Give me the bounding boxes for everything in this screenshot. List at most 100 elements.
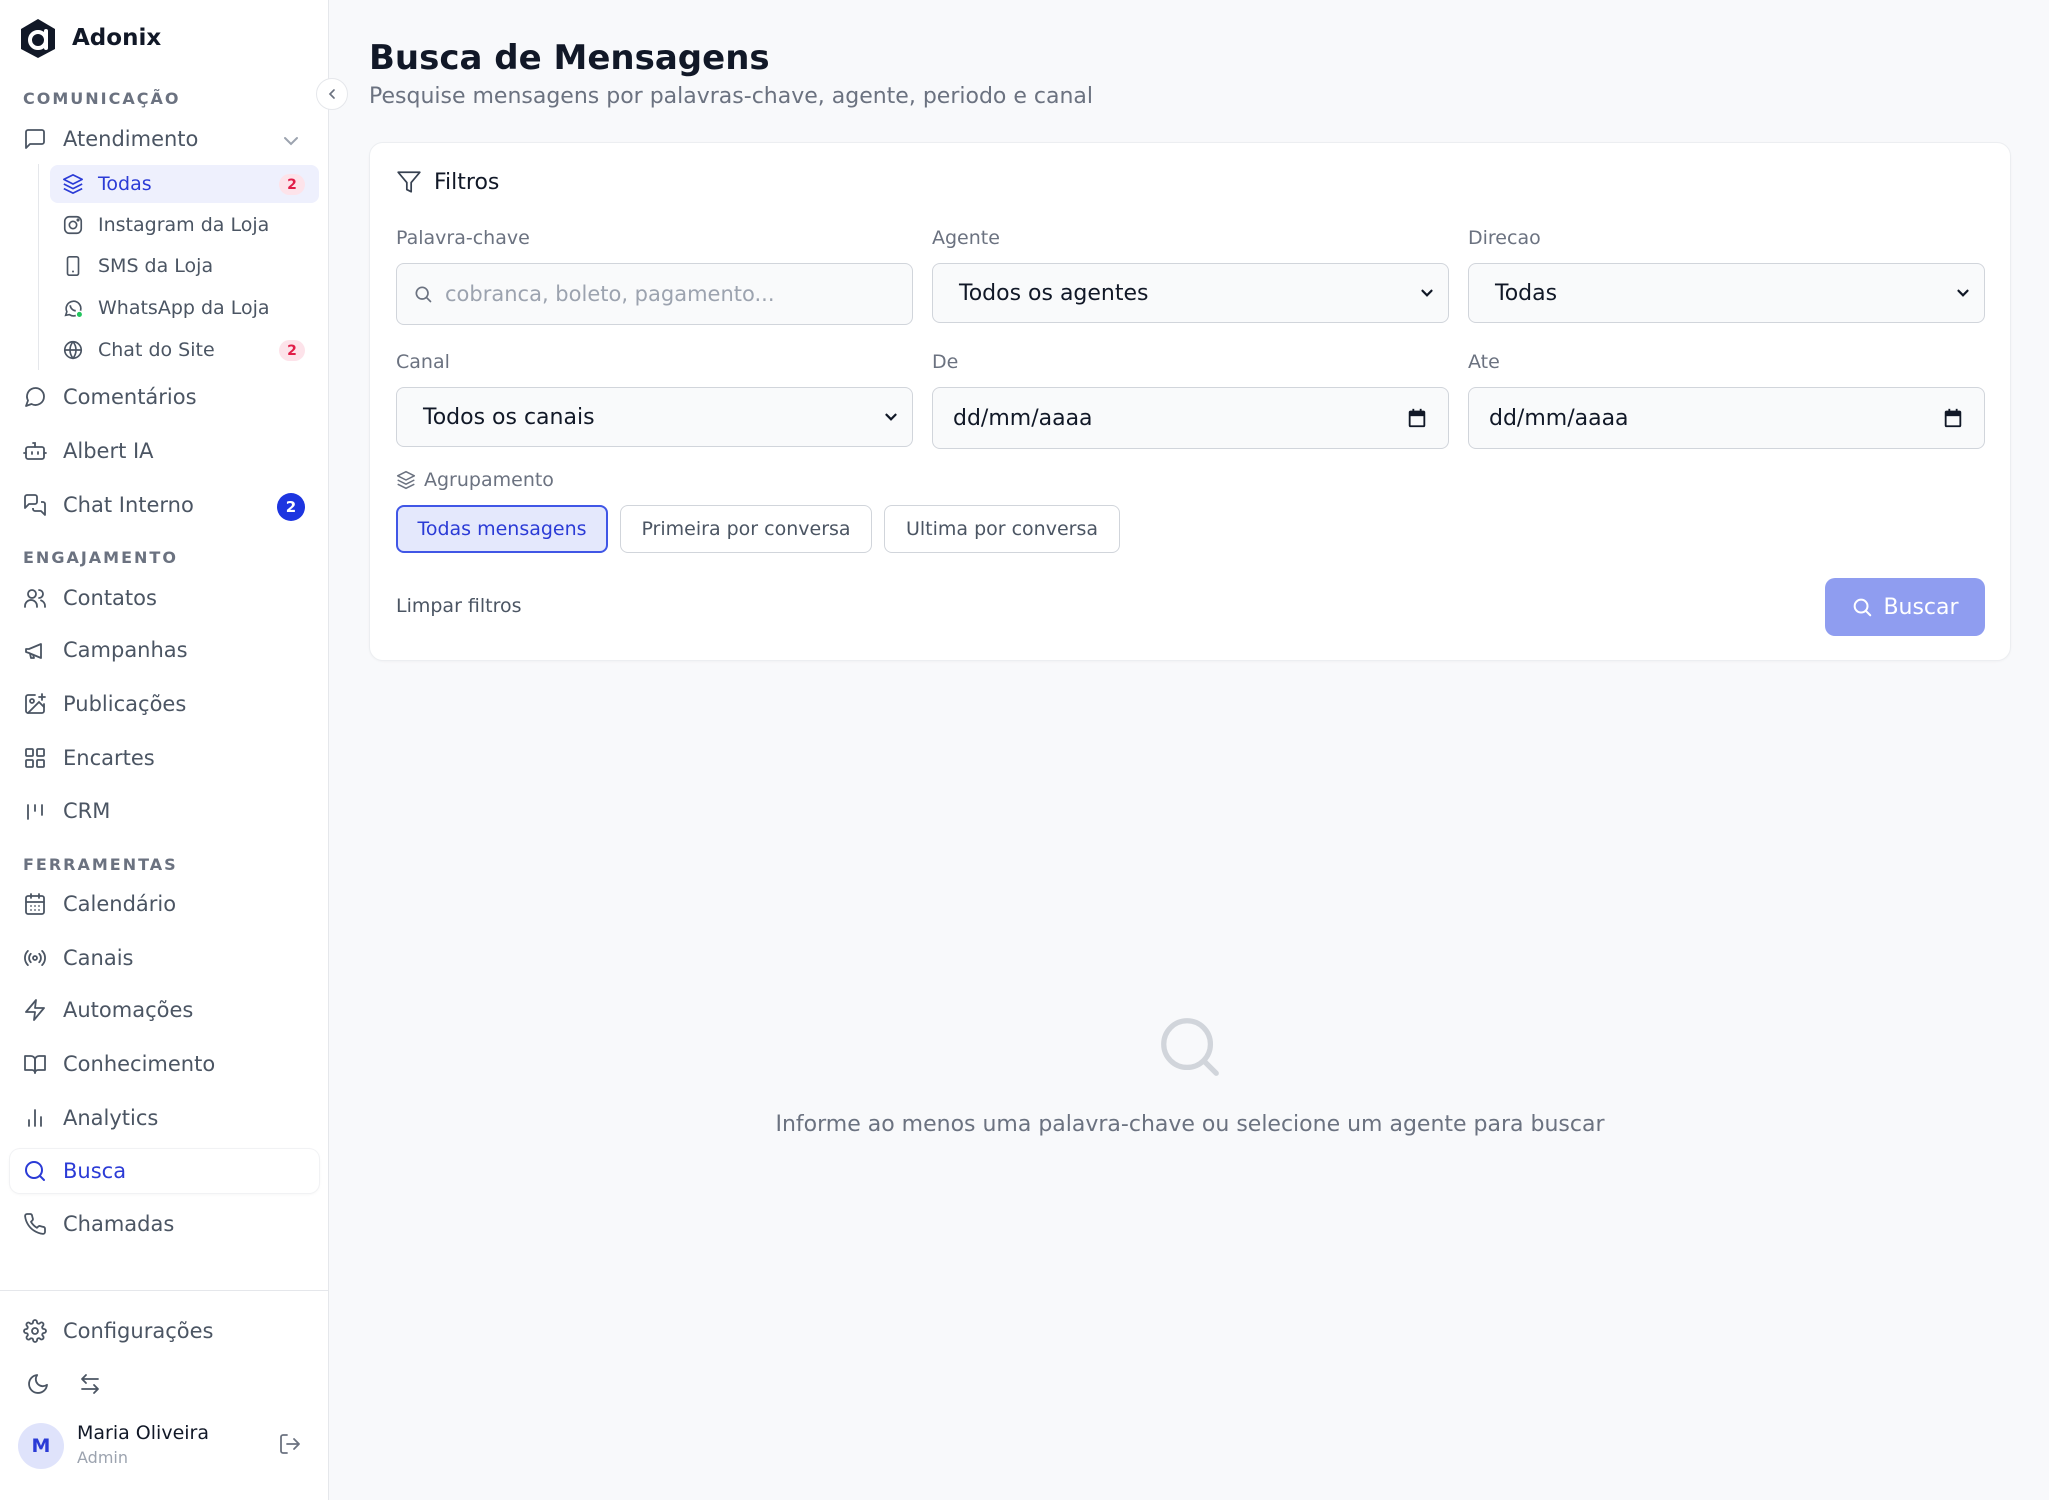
sidebar-item-configuracoes[interactable]: Configurações: [10, 1309, 319, 1353]
date-to-input[interactable]: dd/mm/aaaa: [1468, 387, 1985, 449]
globe-icon: [63, 340, 83, 360]
direction-select[interactable]: Todas: [1468, 263, 1985, 323]
sidebar-item-label: Chat Interno: [63, 493, 194, 517]
sidebar-item-chamadas[interactable]: Chamadas: [10, 1202, 319, 1246]
sidebar-item-canais[interactable]: Canais: [10, 936, 319, 980]
radio-icon: [24, 950, 46, 966]
agent-select[interactable]: Todos os agentes: [932, 263, 1449, 323]
sidebar-item-automacoes[interactable]: Automações: [10, 988, 319, 1032]
date-to-label: Ate: [1468, 351, 1500, 373]
agent-select-value: Todos os agentes: [959, 280, 1149, 306]
sidebar-subitem-chat-site[interactable]: Chat do Site 2: [50, 331, 319, 369]
brand-name: Adonix: [72, 25, 162, 51]
sidebar-subitem-label: Todas: [98, 173, 152, 195]
sidebar-item-busca[interactable]: Busca: [10, 1149, 319, 1193]
chevron-down-icon: [1421, 289, 1433, 297]
sidebar-item-label: Canais: [63, 946, 134, 970]
channel-label: Canal: [396, 351, 450, 373]
calendar-icon[interactable]: [1942, 407, 1964, 429]
avatar: M: [18, 1423, 64, 1469]
layers-icon: [396, 470, 416, 490]
brand[interactable]: Adonix: [18, 16, 161, 60]
empty-state-message: Informe ao menos uma palavra-chave ou se…: [775, 1112, 1605, 1137]
search-icon: [415, 286, 432, 303]
message-square-icon: [25, 129, 45, 149]
filters-card: Filtros Palavra-chave Agente Todos os ag…: [369, 142, 2011, 661]
section-comunicacao: COMUNICAÇÃO: [23, 89, 181, 108]
layers-icon: [63, 174, 83, 194]
calendar-icon[interactable]: [1406, 407, 1428, 429]
sidebar-subitem-label: Instagram da Loja: [98, 214, 270, 236]
sidebar-subitem-sms[interactable]: SMS da Loja: [50, 247, 319, 285]
sidebar-item-label: Calendário: [63, 892, 177, 916]
sidebar-item-label: Conhecimento: [63, 1052, 216, 1076]
collapse-sidebar-button[interactable]: [316, 78, 348, 110]
bot-icon: [23, 442, 47, 460]
sidebar-item-crm[interactable]: CRM: [10, 789, 319, 833]
submenu-line: [38, 164, 39, 370]
sidebar-item-analytics[interactable]: Analytics: [10, 1096, 319, 1140]
keyword-field[interactable]: [396, 263, 913, 325]
theme-toggle-button[interactable]: [20, 1366, 56, 1402]
sidebar-subitem-todas[interactable]: Todas 2: [50, 165, 319, 203]
sidebar-item-conhecimento[interactable]: Conhecimento: [10, 1042, 319, 1086]
sidebar: Adonix COMUNICAÇÃO Atendimento Todas 2 I…: [0, 0, 329, 1500]
user-name: Maria Oliveira: [77, 1422, 209, 1444]
sidebar-item-label: Automações: [63, 998, 194, 1022]
filters-heading: Filtros: [396, 169, 499, 195]
section-engajamento: ENGAJAMENTO: [23, 548, 178, 567]
sidebar-item-label: Atendimento: [63, 127, 199, 151]
grouping-option-primeira[interactable]: Primeira por conversa: [620, 505, 872, 553]
count-badge: 2: [279, 174, 305, 195]
sidebar-subitem-label: SMS da Loja: [98, 255, 214, 277]
chevron-down-icon[interactable]: [279, 129, 303, 153]
sidebar-item-comentarios[interactable]: Comentários: [10, 375, 319, 419]
search-icon: [1854, 598, 1872, 617]
sidebar-item-label: Analytics: [63, 1106, 159, 1130]
grouping-option-todas[interactable]: Todas mensagens: [396, 505, 608, 553]
switch-account-button[interactable]: [72, 1366, 108, 1402]
page-title: Busca de Mensagens: [369, 38, 770, 78]
date-to-value: dd/mm/aaaa: [1489, 405, 1629, 431]
sidebar-item-contatos[interactable]: Contatos: [10, 576, 319, 620]
clear-filters-link[interactable]: Limpar filtros: [396, 595, 522, 617]
logout-icon[interactable]: [278, 1432, 302, 1456]
moon-icon: [28, 1374, 48, 1394]
sidebar-item-albert[interactable]: Albert IA: [10, 429, 319, 473]
sidebar-item-encartes[interactable]: Encartes: [10, 736, 319, 780]
sidebar-subitem-whatsapp[interactable]: WhatsApp da Loja: [50, 289, 319, 327]
sidebar-item-calendario[interactable]: Calendário: [10, 882, 319, 926]
sidebar-item-label: Campanhas: [63, 638, 188, 662]
sidebar-subitem-label: WhatsApp da Loja: [98, 297, 270, 319]
sidebar-item-atendimento[interactable]: Atendimento: [10, 117, 319, 161]
sidebar-item-chat-interno[interactable]: Chat Interno 2: [10, 483, 319, 527]
sidebar-item-label: Publicações: [63, 692, 187, 716]
sidebar-item-label: Comentários: [63, 385, 197, 409]
grouping-option-ultima[interactable]: Ultima por conversa: [884, 505, 1120, 553]
search-icon: [25, 1161, 45, 1181]
count-badge: 2: [279, 340, 305, 361]
date-from-input[interactable]: dd/mm/aaaa: [932, 387, 1449, 449]
sidebar-item-campanhas[interactable]: Campanhas: [10, 628, 319, 672]
search-button[interactable]: Buscar: [1825, 578, 1985, 636]
keyword-input[interactable]: [445, 282, 885, 306]
keyword-label: Palavra-chave: [396, 227, 530, 249]
phone-icon: [24, 1213, 46, 1235]
direction-select-value: Todas: [1495, 280, 1558, 306]
arrow-left-right-icon: [81, 1374, 99, 1394]
channel-select[interactable]: Todos os canais: [396, 387, 913, 447]
sidebar-item-publicacoes[interactable]: Publicações: [10, 682, 319, 726]
users-icon: [24, 589, 46, 608]
message-circle-icon: [25, 387, 45, 407]
date-from-label: De: [932, 351, 959, 373]
calendar-icon: [25, 893, 45, 915]
sidebar-item-label: CRM: [63, 799, 111, 823]
sidebar-item-label: Busca: [63, 1159, 127, 1183]
chevron-down-icon: [1957, 289, 1969, 297]
adonix-logo-icon: [21, 19, 55, 58]
user-profile[interactable]: M Maria Oliveira Admin: [18, 1422, 318, 1472]
channel-select-value: Todos os canais: [423, 404, 595, 430]
date-from-value: dd/mm/aaaa: [953, 405, 1093, 431]
bar-chart-icon: [28, 1109, 42, 1127]
sidebar-subitem-instagram[interactable]: Instagram da Loja: [50, 206, 319, 244]
